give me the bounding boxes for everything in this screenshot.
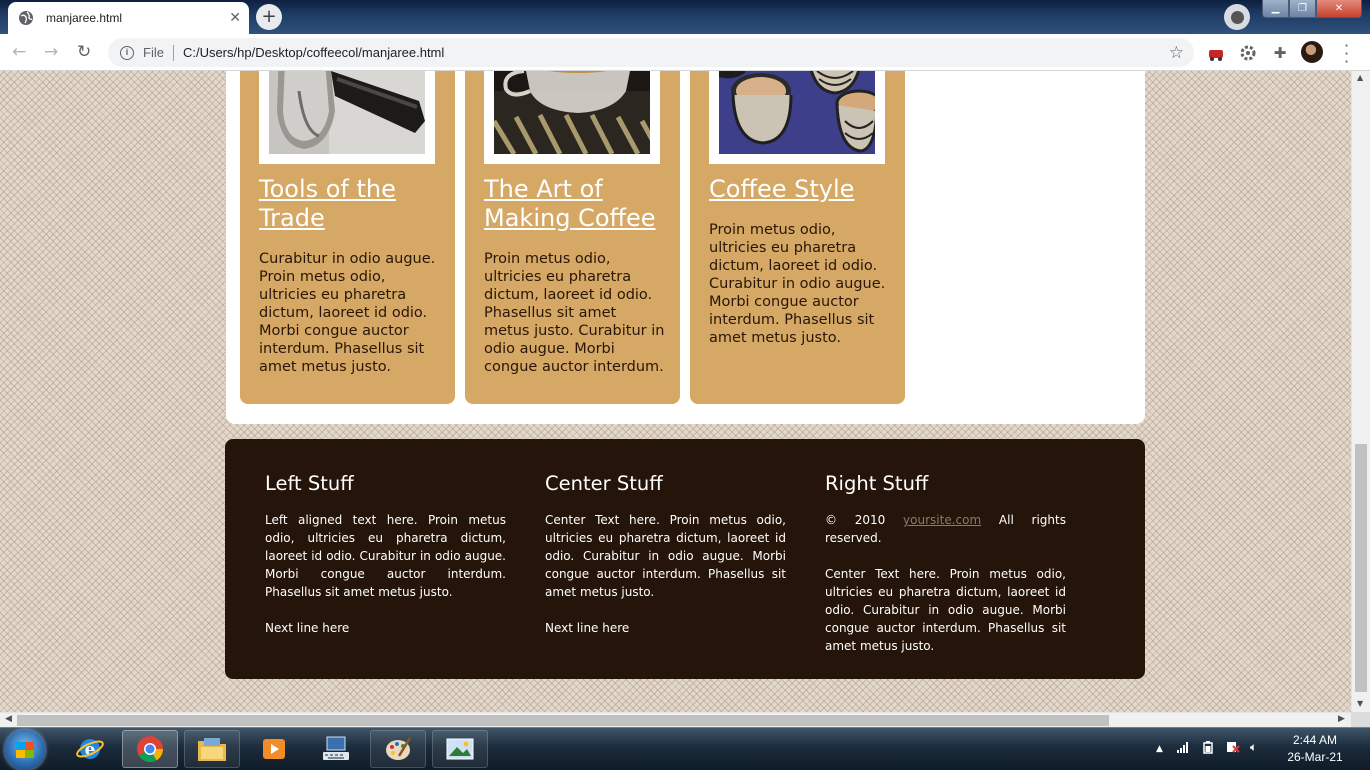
footer-center-column: Center Stuff Center Text here. Proin met… — [545, 471, 786, 637]
media-player-icon — [263, 739, 285, 759]
reload-icon[interactable]: ↻ — [77, 42, 91, 62]
card-title-link[interactable]: Coffee Style — [709, 175, 899, 204]
browser-toolbar: ← → ↻ i File C:/Users/hp/Desktop/coffeec… — [0, 34, 1370, 71]
clock-time: 2:44 AM — [1292, 733, 1338, 747]
address-divider — [172, 44, 174, 61]
internet-explorer-icon: e — [76, 739, 104, 760]
window-close-button[interactable]: ✕ — [1316, 0, 1362, 18]
windows-logo-icon — [16, 742, 34, 758]
clock-date: 26-Mar-21 — [1287, 750, 1343, 764]
copyright-prefix: © 2010 — [825, 513, 886, 527]
feature-card-style: Coffee Style Proin metus odio, ultricies… — [690, 71, 905, 404]
forward-arrow-icon[interactable]: → — [44, 42, 58, 62]
paint-palette-icon — [386, 737, 412, 760]
taskbar-ie[interactable]: e — [62, 730, 118, 768]
extension-gear-icon[interactable] — [1238, 43, 1258, 63]
scroll-down-arrow-icon[interactable]: ▼ — [1357, 699, 1363, 708]
chevron-down-icon — [1230, 10, 1244, 24]
battery-icon[interactable] — [1201, 740, 1215, 754]
footer-right-heading: Right Stuff — [825, 472, 929, 495]
scrollbar-corner — [1351, 712, 1370, 727]
extension-red-icon[interactable] — [1206, 43, 1226, 63]
footer-center-next-line: Next line here — [545, 621, 630, 635]
browser-titlebar: manjaree.html ✕ + ▁ ❐ ✕ — [0, 0, 1370, 34]
tray-expand-icon[interactable]: ▲ — [1156, 744, 1163, 754]
address-bar[interactable]: i File C:/Users/hp/Desktop/coffeecol/man… — [108, 38, 1194, 67]
taskbar-keyboard-app[interactable] — [308, 730, 364, 768]
browser-tab[interactable]: manjaree.html ✕ — [8, 2, 249, 34]
footer-right-text: Center Text here. Proin metus odio, ultr… — [825, 567, 1066, 653]
footer-left-next-line: Next line here — [265, 621, 350, 635]
taskbar-chrome[interactable] — [122, 730, 178, 768]
taskbar-media-player[interactable] — [246, 730, 302, 768]
tab-title: manjaree.html — [46, 11, 123, 25]
copyright-line: © 2010 yoursite.com All rights reserved. — [825, 511, 1066, 547]
site-link[interactable]: yoursite.com — [903, 513, 981, 527]
vertical-scroll-thumb[interactable] — [1355, 444, 1367, 692]
start-button[interactable] — [5, 730, 45, 770]
tab-search-button[interactable] — [1224, 4, 1250, 30]
content-box: Tools of the Trade Curabitur in odio aug… — [226, 71, 1145, 424]
footer-center-heading: Center Stuff — [545, 472, 663, 495]
profile-avatar[interactable] — [1301, 41, 1323, 63]
action-center-icon[interactable] — [1226, 740, 1240, 754]
card-title-link[interactable]: The Art of Making Coffee — [484, 175, 674, 233]
new-tab-button[interactable]: + — [256, 4, 282, 30]
windows-taskbar: e ▲ 🔈︎ 2:44 AM 26-Mar-21 — [0, 727, 1370, 770]
network-signal-icon[interactable] — [1176, 740, 1190, 754]
horizontal-scrollbar[interactable]: ◀ ▶ — [0, 712, 1351, 727]
taskbar-clock[interactable]: 2:44 AM 26-Mar-21 — [1276, 732, 1354, 766]
picture-viewer-icon — [446, 738, 474, 760]
footer-left-column: Left Stuff Left aligned text here. Proin… — [265, 471, 506, 637]
page-viewport: Tools of the Trade Curabitur in odio aug… — [0, 71, 1351, 712]
url-text[interactable]: C:/Users/hp/Desktop/coffeecol/manjaree.h… — [183, 45, 444, 60]
espresso-cup-photo — [494, 71, 650, 154]
kebab-menu-icon[interactable]: · · · — [1344, 38, 1349, 70]
scroll-up-arrow-icon[interactable]: ▲ — [1357, 73, 1363, 82]
taskbar-paint[interactable] — [370, 730, 426, 768]
footer-right-column: Right Stuff © 2010 yoursite.com All righ… — [825, 471, 1066, 655]
card-image-frame — [484, 71, 660, 164]
page-footer: Left Stuff Left aligned text here. Proin… — [225, 439, 1145, 679]
horizontal-scroll-thumb[interactable] — [17, 715, 1109, 726]
scroll-left-arrow-icon[interactable]: ◀ — [5, 714, 12, 724]
coffee-cups-photo — [719, 71, 875, 154]
info-icon[interactable]: i — [120, 45, 134, 60]
tab-close-icon[interactable]: ✕ — [229, 10, 241, 26]
footer-left-text: Left aligned text here. Proin metus odio… — [265, 513, 506, 599]
puzzle-icon[interactable]: ✚ — [1270, 43, 1290, 63]
feature-card-tools: Tools of the Trade Curabitur in odio aug… — [240, 71, 455, 404]
card-image-frame — [259, 71, 435, 164]
card-title-link[interactable]: Tools of the Trade — [259, 175, 449, 233]
volume-icon[interactable]: 🔈︎ — [1250, 740, 1257, 755]
taskbar-picture-viewer[interactable] — [432, 730, 488, 768]
feature-card-art: The Art of Making Coffee Proin metus odi… — [465, 71, 680, 404]
coffee-maker-photo — [269, 71, 425, 154]
taskbar-explorer[interactable] — [184, 730, 240, 768]
card-text: Proin metus odio, ultricies eu pharetra … — [484, 251, 665, 375]
bookmark-star-icon[interactable]: ☆ — [1169, 43, 1184, 63]
scroll-right-arrow-icon[interactable]: ▶ — [1338, 714, 1345, 724]
window-restore-button[interactable]: ❐ — [1289, 0, 1316, 18]
window-minimize-button[interactable]: ▁ — [1262, 0, 1289, 18]
folder-icon — [198, 738, 226, 761]
back-arrow-icon[interactable]: ← — [12, 42, 26, 62]
card-text: Curabitur in odio augue. Proin metus odi… — [259, 251, 436, 375]
card-image-frame — [709, 71, 885, 164]
footer-left-heading: Left Stuff — [265, 472, 354, 495]
scheme-label: File — [143, 45, 164, 60]
vertical-scrollbar[interactable]: ▲ ▼ — [1351, 71, 1370, 712]
globe-icon — [19, 11, 33, 25]
footer-center-text: Center Text here. Proin metus odio, ultr… — [545, 513, 786, 599]
chrome-icon — [137, 736, 164, 763]
keyboard-icon — [323, 736, 349, 760]
card-text: Proin metus odio, ultricies eu pharetra … — [709, 222, 886, 346]
